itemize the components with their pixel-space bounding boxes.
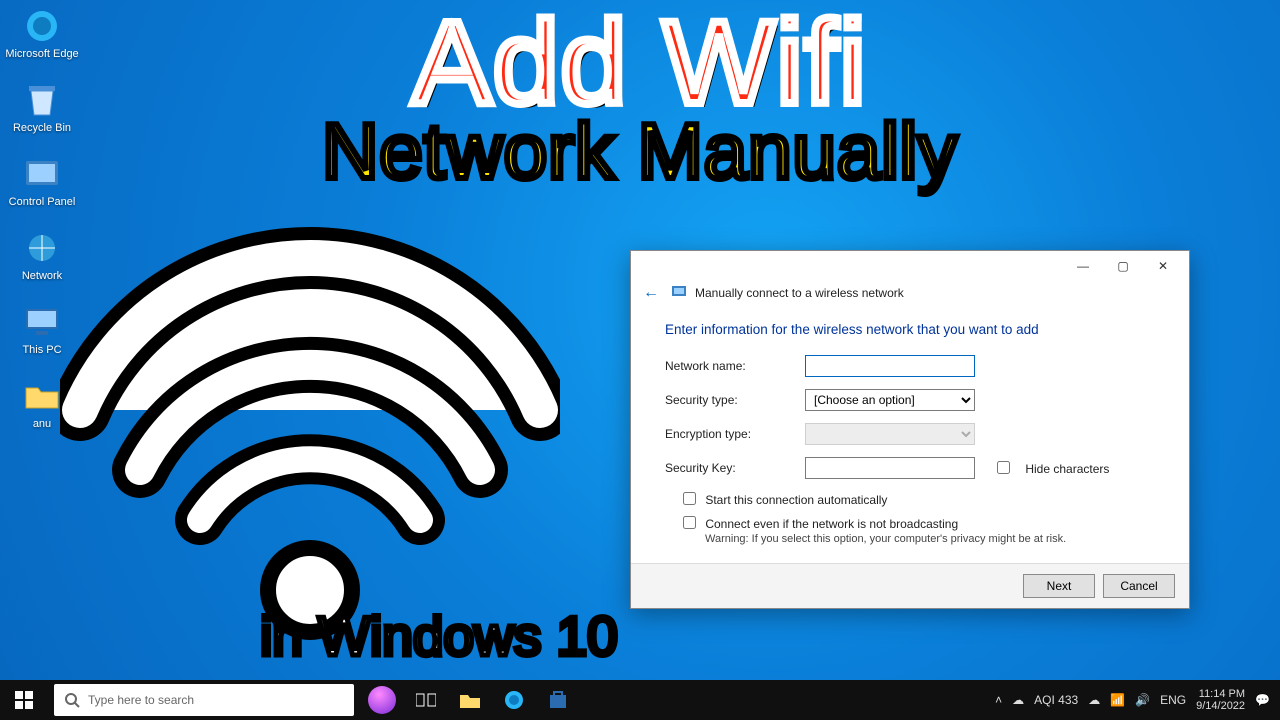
start-automatically-label: Start this connection automatically [705,493,887,507]
close-button[interactable]: ✕ [1143,254,1183,278]
edge-icon [504,690,524,710]
windows-logo-icon [15,691,33,709]
network-icon [22,228,62,268]
encryption-type-label: Encryption type: [665,427,805,441]
broadcast-warning-text: Warning: If you select this option, your… [705,533,1155,545]
folder-icon [22,376,62,416]
security-key-input[interactable] [805,457,975,479]
start-automatically-checkbox[interactable] [683,492,696,505]
action-center-icon[interactable]: 💬 [1255,693,1270,707]
task-view-button[interactable] [404,680,448,720]
cortana-icon [368,686,396,714]
taskbar: Type here to search ˄ ☁ AQI 433 ☁ 📶 🔊 EN… [0,680,1280,720]
search-placeholder: Type here to search [88,693,194,707]
tray-chevron-up-icon[interactable]: ˄ [995,693,1002,707]
hide-characters-label: Hide characters [1025,462,1109,476]
network-adapter-icon [671,283,687,302]
next-button[interactable]: Next [1023,574,1095,598]
dialog-heading: Enter information for the wireless netwo… [665,322,1155,337]
network-name-input[interactable] [805,355,975,377]
network-tray-icon[interactable]: 📶 [1110,693,1125,707]
clock-time: 11:14 PM [1196,688,1245,700]
edge-taskbar[interactable] [492,680,536,720]
dialog-titlebar: — ▢ ✕ [631,251,1189,281]
connect-not-broadcasting-label: Connect even if the network is not broad… [705,517,958,531]
system-tray: ˄ ☁ AQI 433 ☁ 📶 🔊 ENG 11:14 PM 9/14/2022… [985,688,1280,712]
store-taskbar[interactable] [536,680,580,720]
this-pc-icon [22,302,62,342]
volume-tray-icon[interactable]: 🔊 [1135,693,1150,707]
desktop-icon-label: Control Panel [4,196,80,208]
connect-not-broadcasting-checkbox[interactable] [683,516,696,529]
task-view-icon [416,692,436,708]
security-type-select[interactable]: [Choose an option] [805,389,975,411]
taskbar-search-box[interactable]: Type here to search [54,684,354,716]
overlay-title-line1: Add Wifi [0,4,1280,122]
maximize-button[interactable]: ▢ [1103,254,1143,278]
security-type-label: Security type: [665,393,805,407]
wifi-graphic [60,220,560,645]
clock-date: 9/14/2022 [1196,700,1245,712]
encryption-type-select [805,423,975,445]
network-name-label: Network name: [665,359,805,373]
clock[interactable]: 11:14 PM 9/14/2022 [1196,688,1245,712]
weather-icon[interactable]: ☁ [1012,693,1024,707]
onedrive-icon[interactable]: ☁ [1088,693,1100,707]
cortana-orb[interactable] [360,680,404,720]
start-button[interactable] [0,680,48,720]
folder-icon [459,691,481,709]
dialog-window-title: Manually connect to a wireless network [695,286,904,300]
aqi-widget[interactable]: AQI 433 [1034,693,1078,707]
language-indicator[interactable]: ENG [1160,693,1186,707]
hide-characters-checkbox[interactable] [997,461,1010,474]
back-icon[interactable]: ← [643,284,663,302]
overlay-subtitle: in Windows 10 [260,604,618,668]
security-key-label: Security Key: [665,461,805,475]
store-icon [548,690,568,710]
wireless-connect-dialog: — ▢ ✕ ← Manually connect to a wireless n… [630,250,1190,609]
search-icon [64,692,80,708]
minimize-button[interactable]: — [1063,254,1103,278]
file-explorer-taskbar[interactable] [448,680,492,720]
overlay-title-line2: Network Manually [0,116,1280,188]
overlay-titles: Add Wifi Network Manually [0,4,1280,188]
cancel-button[interactable]: Cancel [1103,574,1175,598]
